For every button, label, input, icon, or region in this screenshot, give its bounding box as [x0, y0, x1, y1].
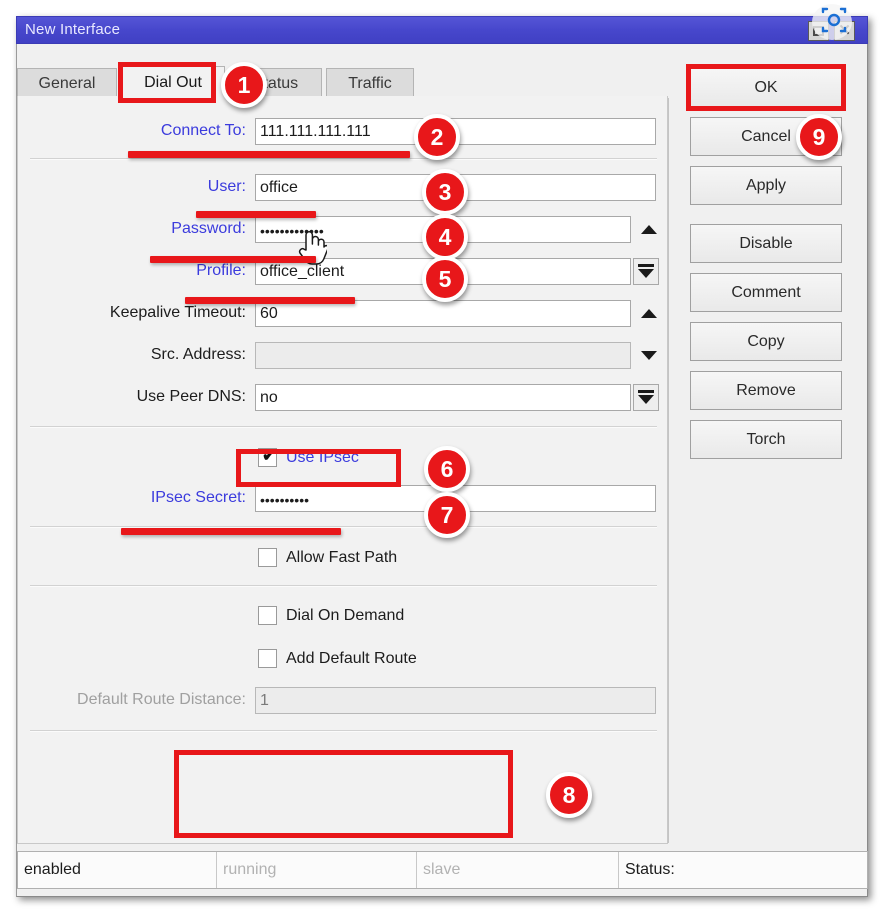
profile-dropdown-icon[interactable]: [633, 258, 659, 285]
separator-3: [30, 526, 657, 528]
profile-label: Profile:: [196, 262, 246, 279]
profile-input[interactable]: office_client: [255, 258, 631, 285]
default-route-distance-input[interactable]: 1: [255, 687, 656, 714]
password-label: Password:: [171, 220, 246, 237]
dial-on-demand-label: Dial On Demand: [286, 607, 405, 624]
use-peer-dns-input[interactable]: no: [255, 384, 631, 411]
field-row-use-peer-dns: Use Peer DNS: no: [18, 381, 667, 415]
checkbox-row-dial-on-demand[interactable]: Dial On Demand: [18, 599, 667, 633]
status-enabled: enabled: [24, 861, 81, 878]
tab-status[interactable]: Status: [229, 68, 322, 98]
password-spinner-up-icon[interactable]: [636, 216, 662, 243]
field-row-default-route-distance: Default Route Distance: 1: [18, 684, 667, 718]
tab-general[interactable]: General: [17, 68, 117, 98]
use-peer-dns-dropdown-icon[interactable]: [633, 384, 659, 411]
copy-button[interactable]: Copy: [690, 322, 842, 361]
ipsec-secret-label: IPsec Secret:: [150, 489, 246, 506]
tab-strip: General Dial Out Status Traffic: [17, 62, 667, 99]
password-input[interactable]: •••••••••••••: [255, 216, 631, 243]
checkbox-row-add-default-route[interactable]: Add Default Route: [18, 642, 667, 676]
comment-button[interactable]: Comment: [690, 273, 842, 312]
separator-4: [30, 585, 657, 587]
field-row-ipsec-secret: IPsec Secret: ••••••••••: [18, 482, 667, 516]
remove-button[interactable]: Remove: [690, 371, 842, 410]
separator-2: [30, 426, 657, 428]
separator-1: [30, 158, 657, 160]
field-row-keepalive-timeout: Keepalive Timeout: 60: [18, 297, 667, 331]
panel-divider: [668, 98, 669, 843]
field-row-src-address: Src. Address:: [18, 339, 667, 373]
keepalive-timeout-label: Keepalive Timeout:: [109, 304, 246, 321]
status-bar: enabled running slave Status:: [17, 851, 868, 889]
checkbox-row-allow-fast-path[interactable]: Allow Fast Path: [18, 541, 667, 575]
screenshot-capture-icon: [812, 4, 852, 40]
user-input[interactable]: office: [255, 174, 656, 201]
disable-button[interactable]: Disable: [690, 224, 842, 263]
apply-button[interactable]: Apply: [690, 166, 842, 205]
separator-5: [30, 730, 657, 732]
use-peer-dns-label: Use Peer DNS:: [136, 388, 246, 405]
add-default-route-checkbox[interactable]: [258, 649, 277, 668]
status-running: running: [216, 852, 376, 888]
ok-button[interactable]: OK: [690, 68, 842, 107]
use-ipsec-label: Use IPsec: [286, 449, 359, 466]
checkbox-row-use-ipsec[interactable]: ✔ Use IPsec: [18, 441, 667, 475]
connect-to-label: Connect To:: [160, 122, 246, 139]
allow-fast-path-checkbox[interactable]: [258, 548, 277, 567]
mikrotik-new-interface-dialog: New Interface ✕ General Dial Out Status …: [0, 0, 884, 913]
user-label: User:: [207, 178, 246, 195]
tab-traffic[interactable]: Traffic: [326, 68, 414, 98]
torch-button[interactable]: Torch: [690, 420, 842, 459]
dial-on-demand-checkbox[interactable]: [258, 606, 277, 625]
field-row-user: User: office: [18, 171, 667, 205]
src-address-input[interactable]: [255, 342, 631, 369]
tab-dial-out[interactable]: Dial Out: [121, 66, 225, 99]
dial-out-form-panel: Connect To: 111.111.111.111 User: office…: [17, 96, 668, 844]
field-row-profile: Profile: office_client: [18, 255, 667, 289]
field-row-connect-to: Connect To: 111.111.111.111: [18, 115, 667, 149]
field-row-password: Password: •••••••••••••: [18, 213, 667, 247]
src-address-label: Src. Address:: [150, 346, 246, 363]
use-ipsec-checkbox[interactable]: ✔: [258, 446, 277, 467]
keepalive-timeout-input[interactable]: 60: [255, 300, 631, 327]
cancel-button[interactable]: Cancel: [690, 117, 842, 156]
window-titlebar[interactable]: New Interface ✕: [16, 16, 868, 44]
status-slave: slave: [416, 852, 596, 888]
src-address-dropdown-icon[interactable]: [636, 342, 662, 369]
check-mark-icon: ✔: [262, 446, 277, 465]
connect-to-input[interactable]: 111.111.111.111: [255, 118, 656, 145]
window-title: New Interface: [25, 21, 121, 38]
ipsec-secret-input[interactable]: ••••••••••: [255, 485, 656, 512]
keepalive-spinner-up-icon[interactable]: [636, 300, 662, 327]
add-default-route-label: Add Default Route: [286, 650, 417, 667]
allow-fast-path-label: Allow Fast Path: [286, 549, 398, 566]
status-label: Status:: [618, 852, 866, 888]
default-route-distance-label: Default Route Distance:: [77, 691, 246, 708]
